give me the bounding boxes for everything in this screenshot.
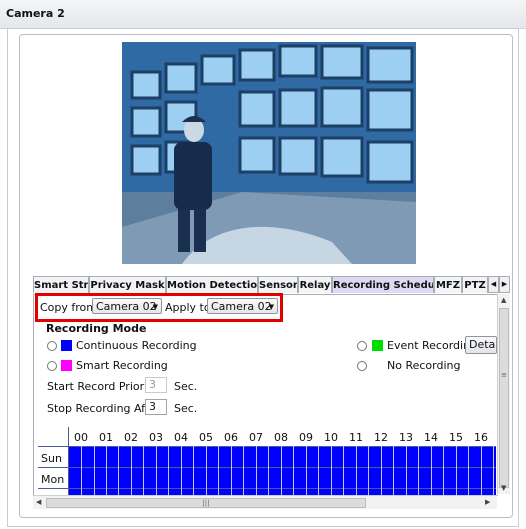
- triangle-left-icon[interactable]: ◀: [36, 498, 41, 506]
- continuous-radio[interactable]: [47, 341, 57, 351]
- hour-label: 03: [149, 431, 163, 444]
- tab-strip: Smart Stream Privacy Mask Motion Detecti…: [33, 276, 510, 294]
- stop-after-unit: Sec.: [174, 402, 198, 415]
- hour-label: 13: [399, 431, 413, 444]
- hour-label: 11: [349, 431, 363, 444]
- tab-privacy-mask[interactable]: Privacy Mask: [89, 276, 166, 293]
- continuous-color-swatch: [61, 340, 72, 351]
- start-prior-label: Start Record Prior: [47, 380, 145, 393]
- hour-label: 02: [124, 431, 138, 444]
- tab-smart-stream[interactable]: Smart Stream: [33, 276, 89, 293]
- hour-label: 08: [274, 431, 288, 444]
- tab-recording-schedule[interactable]: Recording Schedule: [332, 276, 434, 293]
- hour-label: 16: [474, 431, 488, 444]
- recording-mode-title: Recording Mode: [46, 322, 147, 335]
- window-titlebar: Camera 2: [0, 0, 526, 29]
- day-label: Sun: [41, 452, 62, 465]
- start-prior-input[interactable]: 3: [145, 377, 167, 393]
- event-radio[interactable]: [357, 341, 367, 351]
- no-recording-label: No Recording: [387, 359, 461, 372]
- vertical-scrollbar[interactable]: ▲ ≡ ▼: [497, 294, 510, 494]
- triangle-right-icon[interactable]: ▶: [485, 498, 490, 506]
- continuous-label: Continuous Recording: [76, 339, 197, 352]
- smart-label: Smart Recording: [76, 359, 168, 372]
- hour-label: 05: [199, 431, 213, 444]
- window-title: Camera 2: [6, 7, 65, 20]
- tab-ptz[interactable]: PTZ: [462, 276, 488, 293]
- triangle-up-icon[interactable]: ▲: [501, 296, 506, 304]
- start-prior-unit: Sec.: [174, 380, 198, 393]
- hour-label: 15: [449, 431, 463, 444]
- triangle-right-icon: ▶: [501, 280, 508, 288]
- grip-icon: ≡: [501, 371, 507, 379]
- tab-scroll-right-button[interactable]: ▶: [499, 276, 510, 293]
- hour-label: 06: [224, 431, 238, 444]
- hour-label: 04: [174, 431, 188, 444]
- hour-label: 14: [424, 431, 438, 444]
- hour-label: 10: [324, 431, 338, 444]
- stop-after-input[interactable]: 3: [145, 399, 167, 415]
- hour-label: 01: [99, 431, 113, 444]
- highlight-box: [35, 293, 283, 322]
- hour-label: 07: [249, 431, 263, 444]
- detail-button[interactable]: Detail: [465, 336, 497, 354]
- smart-color-swatch: [61, 360, 72, 371]
- triangle-left-icon: ◀: [490, 280, 497, 288]
- tab-scroll-left-button[interactable]: ◀: [488, 276, 499, 293]
- no-recording-radio[interactable]: [357, 361, 367, 371]
- tab-motion-detection[interactable]: Motion Detection: [166, 276, 258, 293]
- no-recording-color-swatch: [372, 360, 383, 371]
- day-label: Mon: [41, 473, 65, 486]
- hour-label: 00: [74, 431, 88, 444]
- tab-sensor[interactable]: Sensor: [258, 276, 298, 293]
- stop-after-label: Stop Recording After: [47, 402, 161, 415]
- hour-label: 09: [299, 431, 313, 444]
- event-color-swatch: [372, 340, 383, 351]
- horizontal-scroll-thumb[interactable]: |||: [46, 498, 366, 508]
- triangle-down-icon[interactable]: ▼: [501, 484, 506, 492]
- hour-label: 12: [374, 431, 388, 444]
- camera-preview-image: [122, 42, 416, 264]
- tab-relay[interactable]: Relay: [298, 276, 332, 293]
- horizontal-scrollbar[interactable]: ◀ ||| ▶: [33, 495, 497, 509]
- smart-radio[interactable]: [47, 361, 57, 371]
- tab-mfz[interactable]: MFZ: [434, 276, 462, 293]
- grip-icon: |||: [202, 499, 210, 507]
- vertical-scroll-thumb[interactable]: ≡: [499, 308, 509, 488]
- event-label: Event Recording: [387, 339, 478, 352]
